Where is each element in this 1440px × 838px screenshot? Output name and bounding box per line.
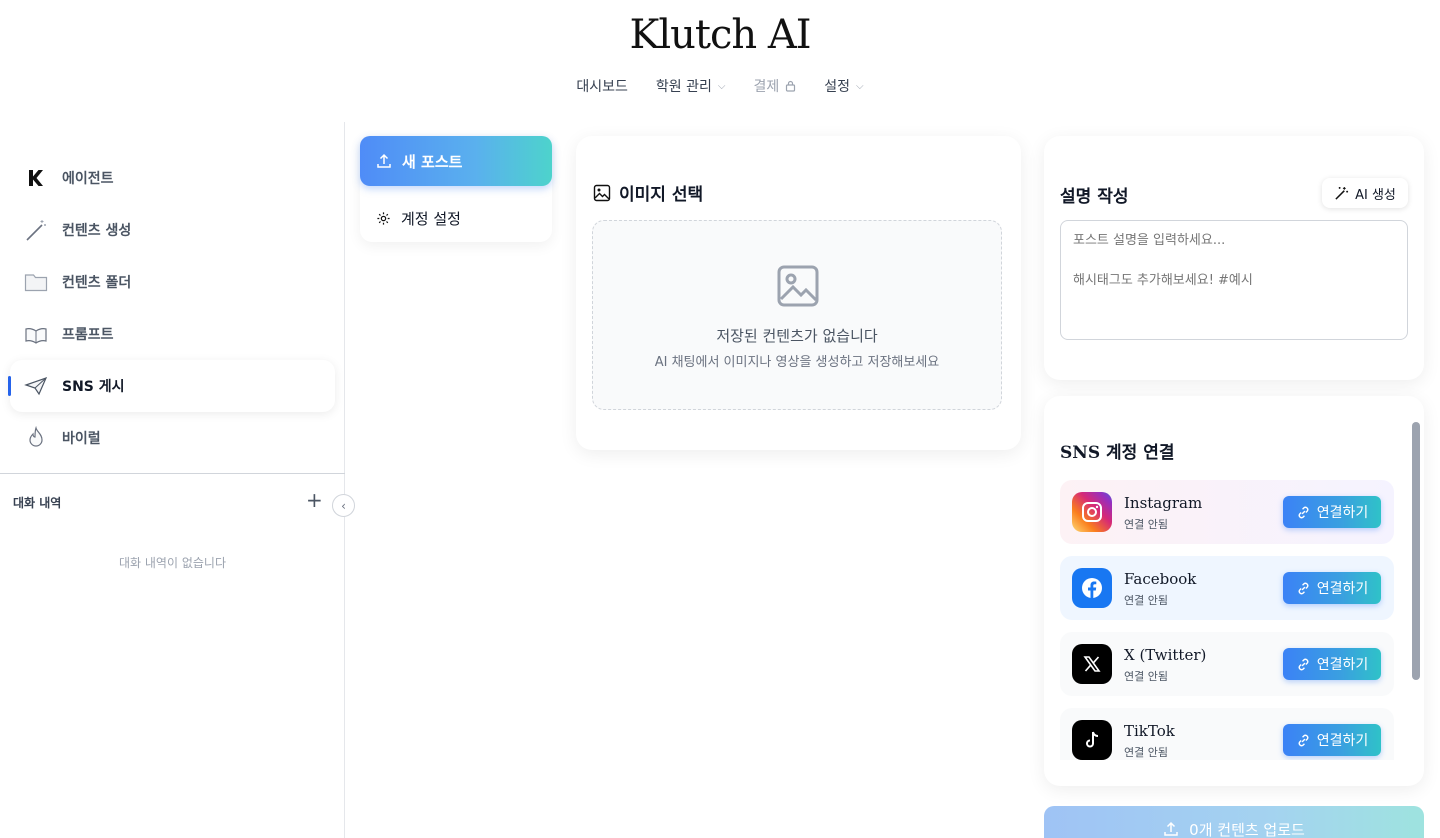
sns-row-facebook: Facebook 연결 안됨 연결하기 bbox=[1060, 556, 1394, 620]
x-twitter-icon bbox=[1072, 644, 1112, 684]
magic-wand-icon bbox=[24, 218, 48, 242]
account-settings-label: 계정 설정 bbox=[401, 209, 461, 228]
nav-dashboard-label: 대시보드 bbox=[576, 79, 628, 95]
collapse-sidebar-button[interactable]: ‹ bbox=[332, 494, 355, 517]
paper-plane-icon bbox=[24, 374, 48, 398]
top-nav: 대시보드 학원 관리 ⌵ 결제 설정 ⌵ bbox=[0, 76, 1440, 96]
nav-academy-label: 학원 관리 bbox=[655, 79, 712, 95]
nav-academy[interactable]: 학원 관리 ⌵ bbox=[656, 76, 726, 96]
sidebar-item-prompt[interactable]: 프롬프트 bbox=[10, 308, 335, 360]
connect-facebook-button[interactable]: 연결하기 bbox=[1283, 572, 1381, 604]
upload-content-label: 0개 컨텐츠 업로드 bbox=[1189, 820, 1305, 838]
sns-status: 연결 안됨 bbox=[1124, 670, 1168, 683]
upload-content-button[interactable]: 0개 컨텐츠 업로드 bbox=[1044, 806, 1424, 838]
instagram-icon bbox=[1072, 492, 1112, 532]
chevron-left-icon: ‹ bbox=[341, 498, 346, 513]
sns-list-scrollbar[interactable] bbox=[1412, 422, 1420, 680]
sidebar-divider bbox=[0, 473, 345, 474]
link-icon bbox=[1298, 582, 1309, 594]
chevron-down-icon: ⌵ bbox=[717, 80, 726, 92]
upload-icon bbox=[377, 153, 391, 168]
connect-label: 연결하기 bbox=[1316, 657, 1369, 673]
sidebar-item-agent[interactable]: 에이전트 bbox=[10, 152, 335, 204]
description-input[interactable] bbox=[1060, 220, 1408, 340]
klutch-logo-icon bbox=[24, 166, 48, 190]
flame-icon bbox=[24, 426, 48, 450]
nav-payment-label: 결제 bbox=[753, 79, 780, 95]
sidebar-item-label: 바이럴 bbox=[62, 431, 101, 447]
sns-status: 연결 안됨 bbox=[1124, 594, 1168, 607]
ai-generate-button[interactable]: AI 생성 bbox=[1322, 178, 1408, 208]
nav-payment[interactable]: 결제 bbox=[753, 76, 796, 96]
sns-submenu: 새 포스트 계정 설정 bbox=[360, 136, 552, 242]
chat-history-empty: 대화 내역이 없습니다 bbox=[119, 556, 226, 570]
nav-settings-label: 설정 bbox=[824, 79, 851, 95]
sidebar: 에이전트 컨텐츠 생성 컨텐츠 폴더 프롬프트 SNS 게시 바이럴 대화 내역… bbox=[0, 122, 355, 838]
sidebar-item-label: 컨텐츠 폴더 bbox=[62, 275, 132, 291]
account-settings-button[interactable]: 계정 설정 bbox=[360, 198, 552, 238]
link-icon bbox=[1298, 658, 1309, 670]
sns-row-x: X (Twitter) 연결 안됨 연결하기 bbox=[1060, 632, 1394, 696]
sns-name: X (Twitter) bbox=[1124, 646, 1207, 664]
new-post-button[interactable]: 새 포스트 bbox=[360, 136, 552, 186]
empty-content-subtitle: AI 채팅에서 이미지나 영상을 생성하고 저장해보세요 bbox=[654, 355, 940, 370]
ai-generate-label: AI 생성 bbox=[1355, 187, 1396, 203]
sns-connect-title: SNS 계정 연결 bbox=[1060, 443, 1175, 463]
sns-status: 연결 안됨 bbox=[1124, 518, 1168, 531]
new-post-label: 새 포스트 bbox=[402, 152, 463, 171]
sidebar-item-label: 프롬프트 bbox=[62, 327, 114, 343]
upload-icon bbox=[1164, 821, 1178, 836]
nav-settings[interactable]: 설정 ⌵ bbox=[824, 76, 863, 96]
sns-row-tiktok: TikTok 연결 안됨 연결하기 bbox=[1060, 708, 1394, 760]
sidebar-item-content-create[interactable]: 컨텐츠 생성 bbox=[10, 204, 335, 256]
image-select-card: 이미지 선택 저장된 컨텐츠가 없습니다 AI 채팅에서 이미지나 영상을 생성… bbox=[576, 136, 1021, 450]
connect-instagram-button[interactable]: 연결하기 bbox=[1283, 496, 1381, 528]
magic-wand-icon bbox=[1335, 186, 1349, 200]
folder-icon bbox=[24, 270, 48, 294]
image-icon bbox=[593, 184, 611, 201]
nav-dashboard[interactable]: 대시보드 bbox=[576, 76, 628, 96]
sns-account-list: Instagram 연결 안됨 연결하기 Facebook 연결 안됨 연결하기 bbox=[1060, 480, 1394, 760]
sidebar-item-content-folder[interactable]: 컨텐츠 폴더 bbox=[10, 256, 335, 308]
connect-label: 연결하기 bbox=[1316, 581, 1369, 597]
lock-icon bbox=[786, 80, 796, 92]
sidebar-nav: 에이전트 컨텐츠 생성 컨텐츠 폴더 프롬프트 SNS 게시 바이럴 bbox=[8, 152, 335, 464]
facebook-icon bbox=[1072, 568, 1112, 608]
sidebar-item-label: 컨텐츠 생성 bbox=[62, 223, 132, 239]
link-icon bbox=[1298, 734, 1309, 746]
sns-name: Facebook bbox=[1124, 570, 1197, 588]
sidebar-item-label: SNS 게시 bbox=[62, 379, 125, 395]
sidebar-item-viral[interactable]: 바이럴 bbox=[10, 412, 335, 464]
connect-label: 연결하기 bbox=[1316, 733, 1369, 749]
add-chat-icon[interactable]: + bbox=[306, 488, 323, 512]
sns-name: Instagram bbox=[1124, 494, 1203, 512]
sns-name: TikTok bbox=[1124, 722, 1175, 740]
image-placeholder-icon bbox=[777, 265, 819, 307]
tiktok-icon bbox=[1072, 720, 1112, 760]
image-dropzone[interactable]: 저장된 컨텐츠가 없습니다 AI 채팅에서 이미지나 영상을 생성하고 저장해보… bbox=[592, 220, 1002, 410]
chat-history-title: 대화 내역 bbox=[13, 496, 62, 510]
connect-label: 연결하기 bbox=[1316, 505, 1369, 521]
chevron-down-icon: ⌵ bbox=[856, 80, 864, 92]
sns-connect-card: SNS 계정 연결 Instagram 연결 안됨 연결하기 Facebook … bbox=[1044, 396, 1424, 786]
link-icon bbox=[1298, 506, 1309, 518]
connect-tiktok-button[interactable]: 연결하기 bbox=[1283, 724, 1381, 756]
open-book-icon bbox=[24, 322, 48, 346]
sidebar-item-sns-post[interactable]: SNS 게시 bbox=[8, 360, 335, 412]
empty-content-title: 저장된 컨텐츠가 없습니다 bbox=[716, 327, 878, 345]
image-select-title-text: 이미지 선택 bbox=[619, 185, 704, 205]
gear-icon bbox=[377, 211, 390, 225]
description-card: 설명 작성 AI 생성 bbox=[1044, 136, 1424, 380]
sidebar-item-label: 에이전트 bbox=[62, 171, 114, 187]
sns-row-instagram: Instagram 연결 안됨 연결하기 bbox=[1060, 480, 1394, 544]
connect-x-button[interactable]: 연결하기 bbox=[1283, 648, 1381, 680]
sns-status: 연결 안됨 bbox=[1124, 746, 1168, 759]
description-title: 설명 작성 bbox=[1060, 187, 1129, 207]
image-select-title: 이미지 선택 bbox=[593, 180, 703, 205]
brand-logo[interactable]: Klutch AI bbox=[0, 12, 1440, 58]
